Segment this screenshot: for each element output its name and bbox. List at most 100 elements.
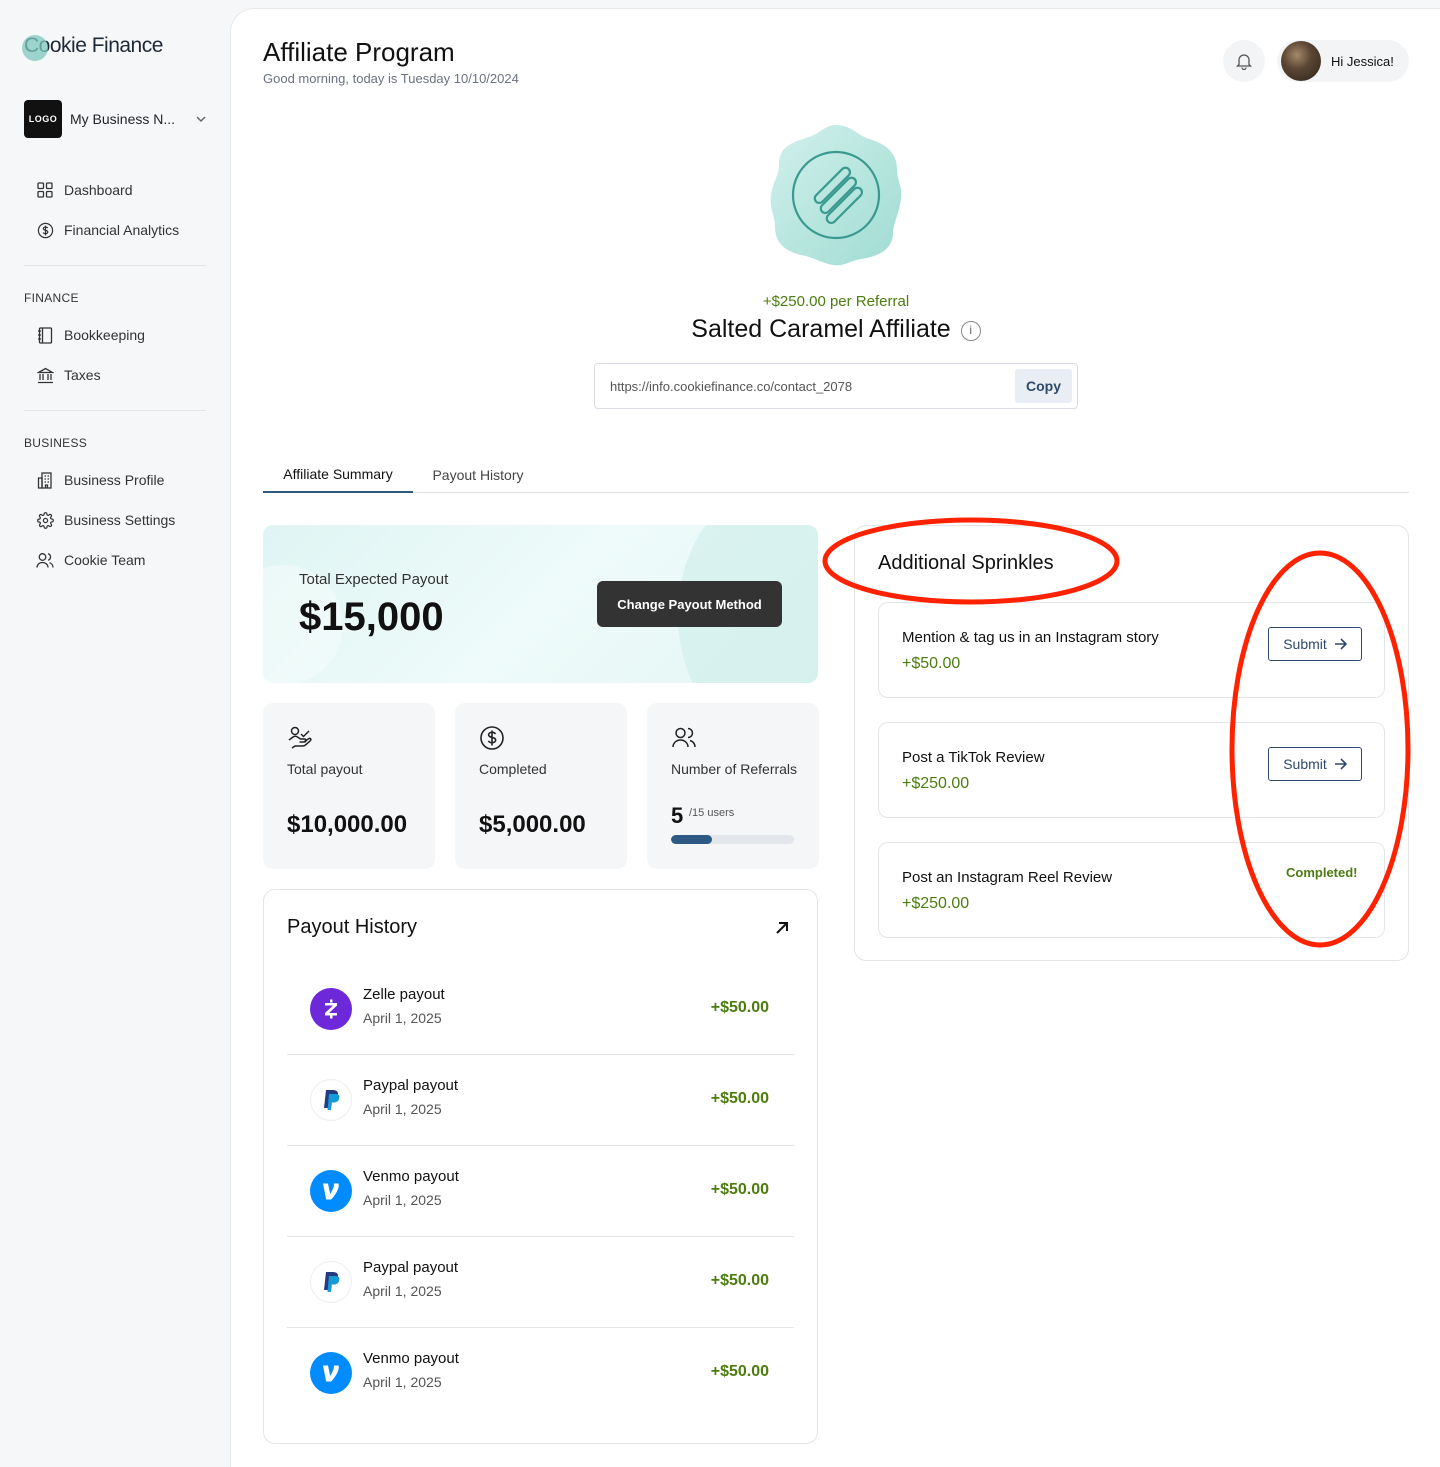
tab-affiliate-summary[interactable]: Affiliate Summary: [263, 457, 413, 493]
expected-payout-amount: $15,000: [299, 595, 444, 639]
expected-payout-card: Total Expected Payout $15,000 Change Pay…: [263, 525, 818, 683]
nav-business-profile[interactable]: Business Profile: [36, 468, 164, 492]
task-name: Mention & tag us in an Instagram story: [902, 629, 1159, 646]
dollar-circle-icon: [37, 222, 53, 238]
nav-dashboard[interactable]: Dashboard: [36, 178, 133, 202]
nav-financial-analytics[interactable]: Financial Analytics: [36, 218, 179, 242]
nav-divider: [24, 410, 206, 411]
expected-payout-label: Total Expected Payout: [299, 571, 449, 588]
payout-date: April 1, 2025: [363, 1010, 442, 1026]
arrow-up-right-icon[interactable]: [772, 918, 792, 938]
per-referral-amount: +$250.00 per Referral: [762, 293, 910, 310]
payout-date: April 1, 2025: [363, 1283, 442, 1299]
sidebar: Cookie Finance LOGO My Business N... Das…: [0, 0, 230, 1467]
notifications-button[interactable]: [1223, 40, 1265, 82]
payout-amount: +$50.00: [710, 1272, 769, 1289]
payout-name: Venmo payout: [363, 1168, 459, 1185]
page-title: Affiliate Program: [263, 37, 455, 67]
nav-cookie-team-label: Cookie Team: [64, 552, 146, 568]
payout-row[interactable]: Paypal payout April 1, 2025 +$50.00: [287, 1237, 794, 1328]
submit-button[interactable]: Submit: [1268, 747, 1362, 781]
payout-date: April 1, 2025: [363, 1192, 442, 1208]
payout-amount: +$50.00: [710, 999, 769, 1016]
logo-circle-icon: [22, 35, 48, 61]
submit-button[interactable]: Submit: [1268, 627, 1362, 661]
user-menu[interactable]: Hi Jessica!: [1277, 40, 1409, 82]
nav-section-finance: FINANCE: [24, 291, 79, 305]
payout-history-title: Payout History: [287, 916, 418, 938]
nav-bookkeeping-label: Bookkeeping: [64, 327, 145, 343]
completed-card: Completed $5,000.00: [455, 703, 627, 869]
referrals-progress-fill: [671, 835, 712, 844]
nav-cookie-team[interactable]: Cookie Team: [36, 548, 145, 572]
nav-taxes-label: Taxes: [64, 367, 101, 383]
dollar-circle-icon: [480, 726, 504, 750]
sprinkle-task: Post an Instagram Reel Review +$250.00 C…: [878, 842, 1385, 938]
payout-row[interactable]: Venmo payout April 1, 2025 +$50.00: [287, 1328, 794, 1419]
total-payout-card: Total payout $10,000.00: [263, 703, 435, 869]
book-icon: [38, 326, 53, 344]
task-reward: +$250.00: [902, 775, 970, 792]
payout-row[interactable]: Venmo payout April 1, 2025 +$50.00: [287, 1146, 794, 1237]
sprinkle-task: Mention & tag us in an Instagram story +…: [878, 602, 1385, 698]
referrals-card: Number of Referrals 5 /15 users: [647, 703, 819, 869]
referrals-label: Number of Referrals: [671, 761, 798, 777]
affiliate-tier-name: Salted Caramel Affiliate: [691, 315, 951, 343]
info-icon[interactable]: i: [960, 321, 981, 341]
task-reward: +$250.00: [902, 895, 970, 912]
referral-link-field: https://info.cookiefinance.co/contact_20…: [594, 363, 1078, 409]
nav-business-profile-label: Business Profile: [64, 472, 165, 488]
total-payout-value: $10,000.00: [287, 811, 408, 838]
page-subtitle: Good morning, today is Tuesday 10/10/202…: [263, 71, 519, 86]
arrow-right-icon: [1334, 638, 1347, 650]
nav-bookkeeping[interactable]: Bookkeeping: [36, 323, 145, 347]
completed-status: Completed!: [1286, 865, 1358, 880]
avatar: [1281, 41, 1321, 81]
arrow-right-icon: [1334, 758, 1347, 770]
referrals-total: /15 users: [689, 807, 735, 819]
bank-icon: [36, 367, 54, 383]
nav-taxes[interactable]: Taxes: [36, 363, 101, 387]
total-payout-label: Total payout: [287, 761, 363, 777]
copy-button[interactable]: Copy: [1015, 369, 1072, 403]
users-icon: [672, 727, 696, 748]
task-reward: +$50.00: [902, 655, 961, 672]
completed-value: $5,000.00: [479, 811, 586, 838]
task-name: Post an Instagram Reel Review: [902, 869, 1113, 886]
payout-name: Zelle payout: [363, 986, 445, 1003]
zelle-icon: [310, 988, 352, 1030]
change-payout-method-button[interactable]: Change Payout Method: [597, 581, 782, 627]
payout-amount: +$50.00: [710, 1181, 769, 1198]
referrals-count: 5: [671, 803, 684, 828]
venmo-icon: [310, 1170, 352, 1212]
nav-financial-analytics-label: Financial Analytics: [64, 222, 180, 238]
nav-business-settings[interactable]: Business Settings: [36, 508, 175, 532]
sprinkle-task: Post a TikTok Review +$250.00 Submit: [878, 722, 1385, 818]
user-greeting: Hi Jessica!: [1331, 53, 1394, 69]
affiliate-tier-title: Salted Caramel Affiliate i: [231, 315, 1440, 344]
task-name: Post a TikTok Review: [902, 749, 1045, 766]
tab-payout-history[interactable]: Payout History: [413, 457, 543, 493]
submit-label: Submit: [1283, 756, 1327, 772]
payout-row[interactable]: Paypal payout April 1, 2025 +$50.00: [287, 1055, 794, 1146]
additional-sprinkles-card: Additional Sprinkles Mention & tag us in…: [854, 525, 1409, 961]
tab-bar: Affiliate Summary Payout History: [263, 457, 1409, 493]
business-logo: LOGO: [24, 100, 62, 138]
referral-link-text[interactable]: https://info.cookiefinance.co/contact_20…: [595, 379, 1015, 394]
payout-amount: +$50.00: [710, 1363, 769, 1380]
submit-label: Submit: [1283, 636, 1327, 652]
bell-icon: [1235, 54, 1253, 70]
nav-business-settings-label: Business Settings: [64, 512, 176, 528]
payout-name: Venmo payout: [363, 1350, 459, 1367]
payout-row[interactable]: Zelle payout April 1, 2025 +$50.00: [287, 964, 794, 1055]
venmo-icon: [310, 1352, 352, 1394]
paypal-icon: [310, 1261, 352, 1303]
nav-section-business: BUSINESS: [24, 436, 88, 450]
payout-history-card: Payout History Zelle payout April 1, 202…: [263, 889, 818, 1444]
payout-name: Paypal payout: [363, 1259, 459, 1276]
chevron-down-icon: [196, 116, 206, 123]
affiliate-badge-icon: [770, 125, 902, 266]
business-selector[interactable]: LOGO My Business N...: [24, 100, 208, 138]
payout-name: Paypal payout: [363, 1077, 459, 1094]
completed-label: Completed: [479, 761, 547, 777]
